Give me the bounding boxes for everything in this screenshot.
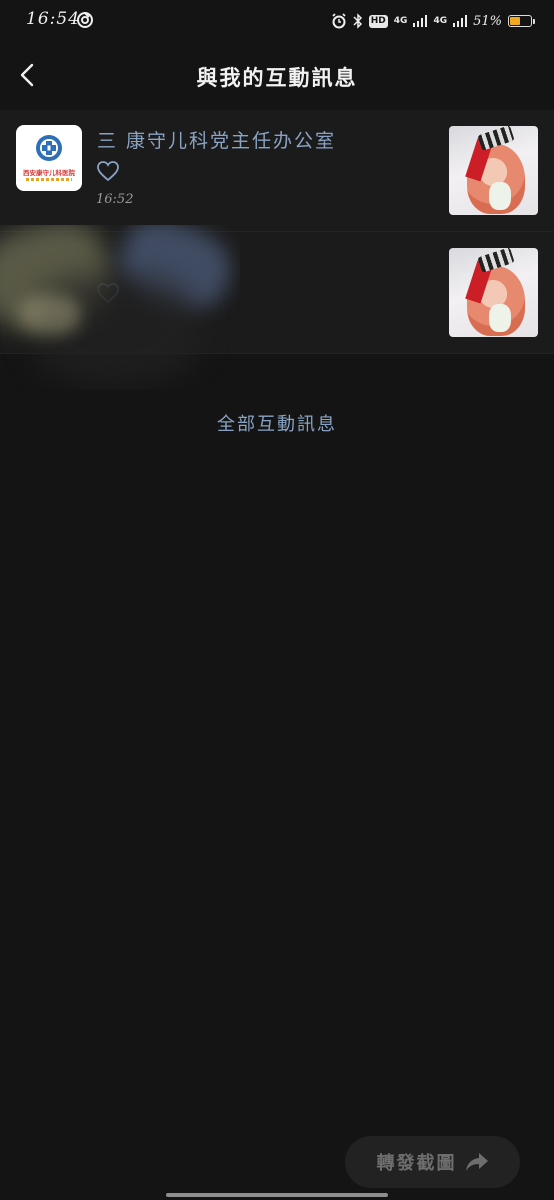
- thumbnail-hand: [489, 304, 511, 332]
- message-time: 16:52: [96, 192, 134, 207]
- home-indicator[interactable]: [166, 1193, 388, 1197]
- hospital-logo-icon: [36, 135, 62, 161]
- sender-name[interactable]: 三 康守儿科党主任办公室: [97, 126, 336, 153]
- heart-outline-icon: [97, 161, 119, 182]
- signal-icon: [453, 15, 468, 27]
- battery-percent: 51%: [473, 13, 502, 29]
- list-item[interactable]: 西安康守儿科医院 三 康守儿科党主任办公室 16:52: [0, 110, 554, 232]
- status-icons: HD 4G 4G 51%: [331, 10, 535, 32]
- share-arrow-icon: [465, 1153, 488, 1171]
- alarm-icon: [332, 13, 346, 29]
- thumbnail-hand: [489, 182, 511, 210]
- post-thumbnail[interactable]: [449, 126, 538, 215]
- avatar-label: 西安康守儿科医院: [23, 169, 75, 177]
- app-notification-icon: [77, 12, 93, 28]
- battery-level: [510, 17, 520, 25]
- bluetooth-icon: [353, 13, 362, 29]
- network-label-1: 4G: [393, 15, 408, 26]
- list-item[interactable]: [0, 232, 554, 354]
- share-button-label: 轉發截圖: [376, 1153, 457, 1174]
- message-list: 西安康守儿科医院 三 康守儿科党主任办公室 16:52: [0, 110, 554, 354]
- status-bar: 16:54 HD 4G 4G 51%: [0, 0, 554, 42]
- avatar[interactable]: 西安康守儿科医院: [16, 125, 82, 191]
- share-screenshot-button[interactable]: 轉發截圖: [345, 1136, 520, 1188]
- all-messages-link[interactable]: 全部互動訊息: [0, 410, 554, 436]
- nav-bar: 與我的互動訊息: [0, 42, 554, 108]
- page-title: 與我的互動訊息: [196, 66, 358, 90]
- post-thumbnail[interactable]: [449, 248, 538, 337]
- avatar-decoration: [26, 178, 72, 181]
- network-label-2: 4G: [433, 15, 448, 26]
- status-time: 16:54: [26, 9, 80, 29]
- heart-outline-icon: [97, 283, 119, 304]
- signal-icon: [413, 15, 428, 27]
- hd-badge: HD: [368, 14, 388, 28]
- battery-icon: [508, 15, 535, 27]
